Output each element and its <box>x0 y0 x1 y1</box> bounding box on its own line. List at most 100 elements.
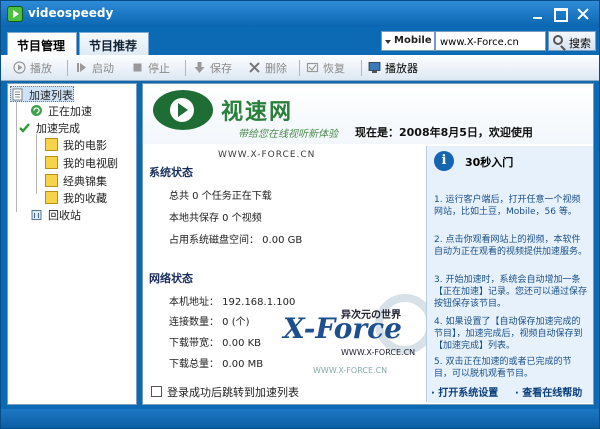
start-label: 启动 <box>92 62 114 75</box>
toolbar-separator <box>361 60 362 76</box>
restore-icon <box>306 62 319 73</box>
save-label: 保存 <box>210 62 232 75</box>
play-button[interactable]: 播放 <box>13 60 52 76</box>
watermark-url-2: WWW.X-FORCE.CN <box>341 348 416 357</box>
maximize-button[interactable] <box>553 7 568 22</box>
recycle-bin-icon <box>31 210 42 220</box>
tree-line <box>16 102 17 212</box>
app-logo-icon <box>7 6 23 22</box>
start-icon <box>77 63 86 72</box>
search-button-label: 搜索 <box>569 37 591 50</box>
toolbar-separator <box>185 60 186 76</box>
network-status-title: 网络状态 <box>149 272 193 285</box>
toolbar-separator <box>299 60 300 76</box>
tree-label: 经典锦集 <box>63 175 107 188</box>
tree-item-classics[interactable]: 经典锦集 <box>45 173 107 189</box>
toolbar-separator <box>67 60 68 76</box>
refresh-globe-icon <box>31 105 42 116</box>
online-help-link[interactable]: · 查看在线帮助 <box>515 384 582 399</box>
brand-name: 视速网 <box>221 99 294 125</box>
help-step-3: 3. 开始加速时，系统会自动增加一条【正在加速】记录。您还可以通过保存按钮保存该… <box>434 275 588 309</box>
save-button[interactable]: 保存 <box>193 60 232 76</box>
auto-jump-label[interactable]: 登录成功后跳转到加速列表 <box>167 384 299 400</box>
help-panel: i 30秒入门 1. 运行客户端后，打开任意一个视频网站，比如土豆，Mobile… <box>427 146 593 403</box>
play-label: 播放 <box>30 62 52 75</box>
watermark-big: X-Force <box>283 312 402 345</box>
folder-icon <box>45 156 58 169</box>
open-settings-link[interactable]: · 打开系统设置 <box>431 384 498 399</box>
minimize-button[interactable] <box>531 7 545 21</box>
help-step-1: 1. 运行客户端后，打开任意一个视频网站，比如土豆，Mobile，56 等。 <box>434 195 581 217</box>
player-label: 播放器 <box>385 62 418 75</box>
tree-item-recycle[interactable]: 回收站 <box>30 207 81 223</box>
tab-bar: 节目管理 节目推荐 Mobile 搜索 <box>1 27 599 55</box>
player-button[interactable]: 播放器 <box>368 60 418 76</box>
tree-item-movies[interactable]: 我的电影 <box>45 137 107 153</box>
sidebar-tree: 加速列表 正在加速 加速完成 我的电影 我的电视剧 经典锦集 我的收藏 回收站 <box>7 83 137 405</box>
tree-label: 我的收藏 <box>63 192 107 205</box>
stop-label: 停止 <box>148 62 170 75</box>
tree-item-accelerating[interactable]: 正在加速 <box>30 103 92 119</box>
date-welcome: 现在是：2008年8月5日，欢迎使用 <box>355 126 533 139</box>
network-bandwidth: 下载带宽： 0.00 KB <box>169 338 262 349</box>
help-step-2: 2. 点击你观看网站上的视频，本软件自动为正在观看的视频提供加速服务。 <box>434 235 588 257</box>
watermark-url: WWW.X-FORCE.CN <box>218 150 316 160</box>
banner: 视速网 带给您在线视听新体验 现在是：2008年8月5日，欢迎使用 <box>143 84 593 144</box>
delete-label: 删除 <box>265 62 287 75</box>
start-button[interactable]: 启动 <box>75 60 114 76</box>
tab-program-manage[interactable]: 节目管理 <box>7 32 77 55</box>
network-ip: 本机地址： 192.168.1.100 <box>169 297 296 308</box>
folder-icon <box>45 138 58 151</box>
folder-icon <box>45 174 58 187</box>
tree-label: 加速列表 <box>29 89 73 102</box>
tree-label: 我的电影 <box>63 139 107 152</box>
restore-button[interactable]: 恢复 <box>306 60 345 76</box>
tree-label: 正在加速 <box>48 105 92 118</box>
toolbar: 播放 启动 停止 保存 删除 恢复 播放器 <box>1 55 599 81</box>
tree-line <box>36 134 37 194</box>
help-step-5: 5. 双击正在加速的或者已完成的节目，可以脱机观看节目。 <box>434 357 572 379</box>
main-panel: 视速网 带给您在线视听新体验 现在是：2008年8月5日，欢迎使用 WWW.X-… <box>142 83 594 405</box>
brand-logo-icon <box>153 90 213 130</box>
tree-item-tv-series[interactable]: 我的电视剧 <box>45 155 118 171</box>
search-area: Mobile 搜索 <box>381 31 596 51</box>
search-input[interactable] <box>435 31 546 51</box>
restore-label: 恢复 <box>323 62 345 75</box>
stop-icon <box>133 63 142 72</box>
stop-button[interactable]: 停止 <box>131 60 170 76</box>
network-total: 下载总量： 0.00 MB <box>169 359 264 370</box>
xforce-watermark: 异次元の世界 X-Force WWW.X-FORCE.CN WWW.X-FORC… <box>283 306 423 376</box>
search-type-select[interactable]: Mobile <box>381 31 435 51</box>
save-down-arrow-icon <box>194 62 205 73</box>
close-button[interactable] <box>576 7 590 21</box>
brand-slogan: 带给您在线视听新体验 <box>238 129 338 140</box>
title-bar[interactable]: videospeedy <box>1 1 599 27</box>
watermark-url-3: WWW.X-FORCE.CN <box>313 366 388 375</box>
system-status-title: 系统状态 <box>149 166 193 179</box>
info-icon: i <box>434 151 454 171</box>
system-saved: 本地共保存 0 个视频 <box>169 213 262 224</box>
tree-item-accel-list[interactable]: 加速列表 <box>10 86 74 102</box>
document-icon <box>12 88 23 101</box>
help-title: 30秒入门 <box>465 156 514 169</box>
delete-button[interactable]: 删除 <box>248 60 287 76</box>
tree-item-favorites[interactable]: 我的收藏 <box>45 190 107 206</box>
checkmark-icon <box>19 123 30 133</box>
network-connections: 连接数量： 0 (个) <box>169 317 250 328</box>
tree-item-done[interactable]: 加速完成 <box>18 120 80 136</box>
tree-label: 我的电视剧 <box>63 157 118 170</box>
search-icon <box>553 35 563 45</box>
system-space: 占用系统磁盘空间： 0.00 GB <box>169 235 303 246</box>
window-title: videospeedy <box>28 6 114 20</box>
play-icon <box>13 61 26 74</box>
help-step-4: 4. 如果设置了【自动保存加速完成的节目】，加速完成后，视频自动保存到【加速完成… <box>434 317 583 351</box>
auto-jump-checkbox[interactable] <box>151 386 162 397</box>
folder-icon <box>45 191 58 204</box>
player-monitor-icon <box>368 62 381 73</box>
tab-program-recommend[interactable]: 节目推荐 <box>79 32 149 55</box>
tree-label: 加速完成 <box>36 122 80 135</box>
search-button[interactable]: 搜索 <box>548 31 596 51</box>
delete-x-icon <box>249 62 260 73</box>
system-tasks: 总共 0 个任务正在下载 <box>169 191 272 202</box>
tree-label: 回收站 <box>48 209 81 222</box>
